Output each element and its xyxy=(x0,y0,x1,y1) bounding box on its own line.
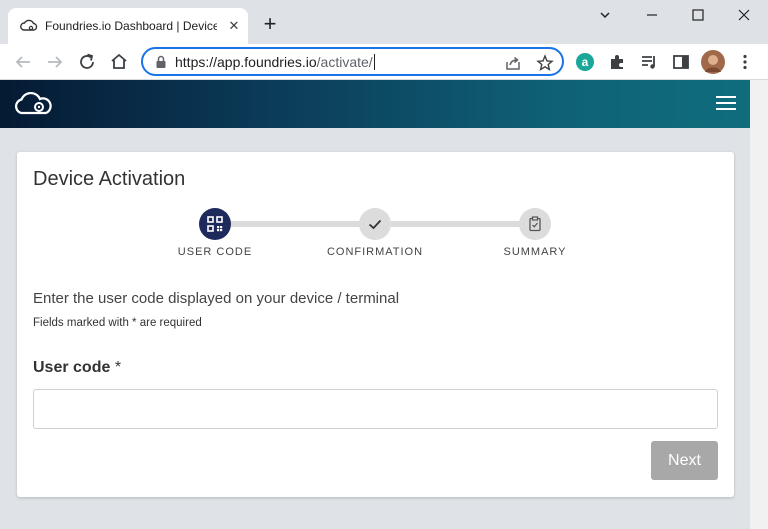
required-fields-note: Fields marked with * are required xyxy=(33,317,202,329)
step-label-user-code: USER CODE xyxy=(177,246,253,258)
media-playlist-icon[interactable] xyxy=(638,51,660,73)
minimize-icon[interactable] xyxy=(637,4,667,26)
foundries-favicon-icon xyxy=(20,19,38,31)
extensions-puzzle-icon[interactable] xyxy=(606,51,628,73)
bookmark-star-icon[interactable] xyxy=(536,54,554,72)
app-header xyxy=(0,80,750,128)
page-scrollbar[interactable] xyxy=(750,80,768,529)
tab-close-icon[interactable]: ✕ xyxy=(225,17,243,35)
home-icon[interactable] xyxy=(107,50,131,74)
back-arrow-icon[interactable] xyxy=(11,50,35,74)
share-icon[interactable] xyxy=(504,54,522,72)
clipboard-icon xyxy=(529,216,541,232)
url-text[interactable]: https://app.foundries.io/activate/ xyxy=(175,54,375,70)
step-confirmation: CONFIRMATION xyxy=(305,208,445,258)
lock-icon[interactable] xyxy=(155,55,167,69)
close-window-icon[interactable] xyxy=(729,4,759,26)
qr-code-icon xyxy=(207,216,223,232)
side-panel-icon[interactable] xyxy=(670,51,692,73)
maximize-icon[interactable] xyxy=(683,4,713,26)
next-button[interactable]: Next xyxy=(651,441,718,480)
url-path: /activate/ xyxy=(316,54,373,70)
user-code-input[interactable] xyxy=(33,389,718,429)
activation-stepper: USER CODE CONFIRMATION SUMMARY xyxy=(17,208,734,268)
forward-arrow-icon[interactable] xyxy=(43,50,67,74)
svg-text:a: a xyxy=(582,55,589,69)
step-label-confirmation: CONFIRMATION xyxy=(326,246,424,258)
browser-toolbar: https://app.foundries.io/activate/ a xyxy=(0,44,768,80)
step-user-code-circle xyxy=(199,208,231,240)
checkmark-icon xyxy=(368,219,382,230)
new-tab-button[interactable]: + xyxy=(259,13,281,36)
tab-search-chevron-icon[interactable] xyxy=(590,4,620,26)
required-marker: * xyxy=(114,359,122,376)
reload-icon[interactable] xyxy=(75,50,99,74)
tab-title: Foundries.io Dashboard | Device xyxy=(45,19,217,33)
browser-tab[interactable]: Foundries.io Dashboard | Device ✕ xyxy=(8,8,248,44)
amazon-assistant-extension-icon[interactable]: a xyxy=(574,51,596,73)
step-user-code: USER CODE xyxy=(145,208,285,258)
browser-menu-icon[interactable] xyxy=(734,51,756,73)
address-bar[interactable]: https://app.foundries.io/activate/ xyxy=(141,47,564,76)
user-code-label-text: User code xyxy=(33,359,111,376)
step-summary-circle xyxy=(519,208,551,240)
user-code-label: User code * xyxy=(33,359,121,377)
step-summary: SUMMARY xyxy=(465,208,605,258)
activation-card: Device Activation USER CODE CONFIRMATION… xyxy=(17,152,734,497)
browser-titlebar: Foundries.io Dashboard | Device ✕ + xyxy=(0,0,768,44)
instructions-text: Enter the user code displayed on your de… xyxy=(33,290,400,307)
profile-avatar[interactable] xyxy=(701,50,725,74)
hamburger-menu-icon[interactable] xyxy=(716,96,736,112)
text-caret xyxy=(373,54,375,70)
url-host: https://app.foundries.io xyxy=(175,54,317,70)
step-label-summary: SUMMARY xyxy=(503,246,567,258)
page-title: Device Activation xyxy=(33,168,186,190)
step-confirmation-circle xyxy=(359,208,391,240)
foundries-logo-icon[interactable] xyxy=(12,89,56,119)
